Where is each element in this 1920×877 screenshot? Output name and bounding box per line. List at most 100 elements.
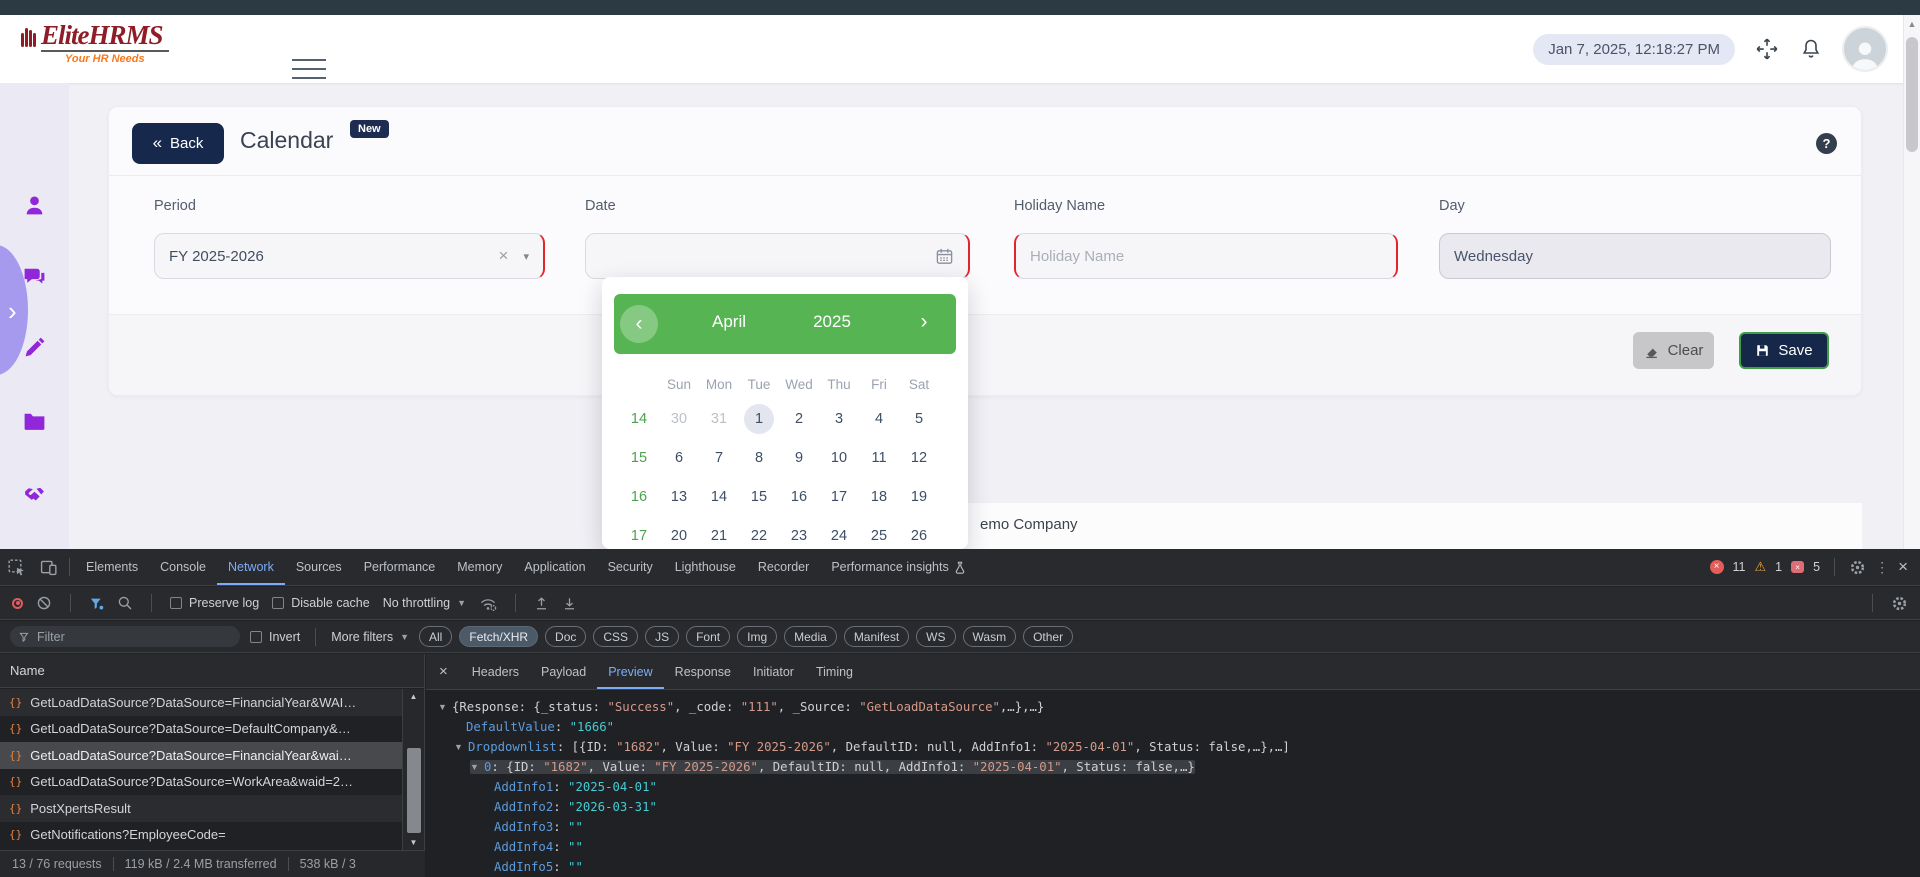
filter-pill-all[interactable]: All (419, 626, 452, 647)
scrollbar-thumb[interactable] (407, 748, 421, 833)
filter-pill-ws[interactable]: WS (916, 626, 955, 647)
sidebar-expand-icon[interactable]: › (8, 298, 17, 324)
date-cell[interactable]: 7 (699, 450, 739, 466)
network-filter-input[interactable] (37, 630, 231, 644)
detail-tab-initiator[interactable]: Initiator (742, 654, 805, 689)
sidebar-item-user[interactable] (22, 193, 47, 218)
sidebar-item-files[interactable] (22, 408, 47, 433)
hamburger-menu-icon[interactable] (292, 59, 326, 86)
scrollbar-up-icon[interactable]: ▲ (1904, 19, 1920, 29)
inspect-element-icon[interactable] (0, 549, 32, 585)
sidebar-item-edit[interactable] (22, 335, 47, 360)
datepicker-year[interactable]: 2025 (792, 312, 872, 332)
devtools-tab-performance[interactable]: Performance (353, 549, 447, 585)
import-har-icon[interactable] (534, 596, 549, 611)
date-field[interactable] (585, 233, 970, 279)
date-cell[interactable]: 9 (779, 450, 819, 466)
user-avatar[interactable] (1842, 26, 1888, 72)
period-caret-icon[interactable]: ▾ (523, 250, 529, 263)
request-row[interactable]: {}GetLoadDataSource?DataSource=WorkArea&… (0, 769, 402, 796)
period-select[interactable]: FY 2025-2026 × ▾ (154, 233, 545, 279)
date-cell[interactable]: 2 (779, 411, 819, 427)
detail-tab-preview[interactable]: Preview (597, 654, 663, 689)
device-toolbar-icon[interactable] (32, 549, 64, 585)
filter-pill-font[interactable]: Font (686, 626, 730, 647)
date-cell[interactable]: 12 (899, 450, 939, 466)
help-button[interactable]: ? (1816, 133, 1837, 154)
devtools-settings-gear-icon[interactable] (1849, 559, 1866, 576)
detail-tab-response[interactable]: Response (664, 654, 742, 689)
date-cell[interactable]: 11 (859, 450, 899, 466)
page-scrollbar[interactable]: ▲ (1903, 15, 1920, 549)
request-row[interactable]: {}GetLoadDataSource?DataSource=DefaultCo… (0, 716, 402, 743)
date-cell[interactable]: 13 (659, 489, 699, 505)
date-cell[interactable]: 15 (739, 489, 779, 505)
devtools-tab-lighthouse[interactable]: Lighthouse (664, 549, 747, 585)
request-row[interactable]: {}PostXpertsResult (0, 795, 402, 822)
date-cell[interactable]: 22 (739, 528, 779, 544)
date-cell[interactable]: 14 (699, 489, 739, 505)
date-cell[interactable]: 5 (899, 411, 939, 427)
preserve-log-checkbox[interactable] (170, 597, 182, 609)
filter-pill-other[interactable]: Other (1023, 626, 1073, 647)
detail-tab-headers[interactable]: Headers (461, 654, 530, 689)
date-cell[interactable]: 18 (859, 489, 899, 505)
filter-pill-img[interactable]: Img (737, 626, 777, 647)
date-cell[interactable]: 4 (859, 411, 899, 427)
more-filters-dropdown[interactable]: More filters▼ (331, 630, 409, 644)
move-resize-icon[interactable] (1754, 36, 1780, 62)
date-cell[interactable]: 24 (819, 528, 859, 544)
devtools-tab-performance-insights[interactable]: Performance insights (820, 549, 976, 585)
devtools-tab-network[interactable]: Network (217, 549, 285, 585)
expand-arrow-icon[interactable]: ▼ (438, 697, 452, 717)
date-cell[interactable]: 30 (659, 411, 699, 427)
clear-button[interactable]: Clear (1633, 332, 1714, 369)
sidebar-item-partners[interactable] (22, 482, 47, 507)
next-month-button[interactable]: › (910, 310, 938, 334)
period-clear-icon[interactable]: × (499, 246, 509, 266)
date-cell[interactable]: 20 (659, 528, 699, 544)
expand-arrow-icon[interactable]: ▼ (454, 737, 468, 757)
date-cell[interactable]: 1 (739, 404, 779, 434)
devtools-tab-security[interactable]: Security (597, 549, 664, 585)
devtools-tab-elements[interactable]: Elements (75, 549, 149, 585)
search-icon[interactable] (117, 595, 133, 611)
prev-month-button[interactable]: ‹ (620, 305, 658, 343)
filter-pill-doc[interactable]: Doc (545, 626, 586, 647)
devtools-tab-recorder[interactable]: Recorder (747, 549, 820, 585)
detail-tab-payload[interactable]: Payload (530, 654, 597, 689)
filter-pill-css[interactable]: CSS (593, 626, 638, 647)
console-warnings-icon[interactable]: ⚠ (1755, 559, 1767, 575)
filter-pill-media[interactable]: Media (784, 626, 837, 647)
filter-pill-js[interactable]: JS (645, 626, 679, 647)
devtools-close-icon[interactable]: × (1898, 557, 1908, 577)
disable-cache-toggle[interactable]: Disable cache (272, 596, 370, 610)
close-detail-icon[interactable]: × (426, 663, 461, 680)
calendar-icon[interactable] (935, 247, 954, 266)
date-input[interactable] (600, 248, 935, 265)
name-column-header[interactable]: Name (0, 654, 424, 688)
scrollbar-down-icon[interactable]: ▼ (403, 838, 424, 847)
date-cell[interactable]: 19 (899, 489, 939, 505)
request-list-scrollbar[interactable]: ▲ ▼ (402, 689, 424, 850)
invert-filter-toggle[interactable]: Invert (250, 630, 300, 644)
devtools-tab-application[interactable]: Application (513, 549, 596, 585)
date-cell[interactable]: 23 (779, 528, 819, 544)
console-errors-icon[interactable]: × (1710, 560, 1724, 574)
invert-checkbox[interactable] (250, 631, 262, 643)
date-cell[interactable]: 31 (699, 411, 739, 427)
throttling-dropdown[interactable]: No throttling▼ (383, 596, 466, 610)
devtools-tab-memory[interactable]: Memory (446, 549, 513, 585)
scrollbar-up-icon[interactable]: ▲ (403, 692, 424, 701)
filter-pill-wasm[interactable]: Wasm (963, 626, 1017, 647)
expand-arrow-icon[interactable]: ▼ (470, 757, 484, 777)
request-row[interactable]: {}GetNotifications?EmployeeCode= (0, 822, 402, 849)
disable-cache-checkbox[interactable] (272, 597, 284, 609)
network-settings-gear-icon[interactable] (1891, 595, 1908, 612)
clear-network-log-icon[interactable] (36, 595, 52, 611)
date-cell[interactable]: 6 (659, 450, 699, 466)
date-cell[interactable]: 8 (739, 450, 779, 466)
date-cell[interactable]: 16 (779, 489, 819, 505)
issues-icon[interactable]: × (1791, 561, 1804, 573)
notifications-bell-icon[interactable] (1799, 36, 1823, 62)
